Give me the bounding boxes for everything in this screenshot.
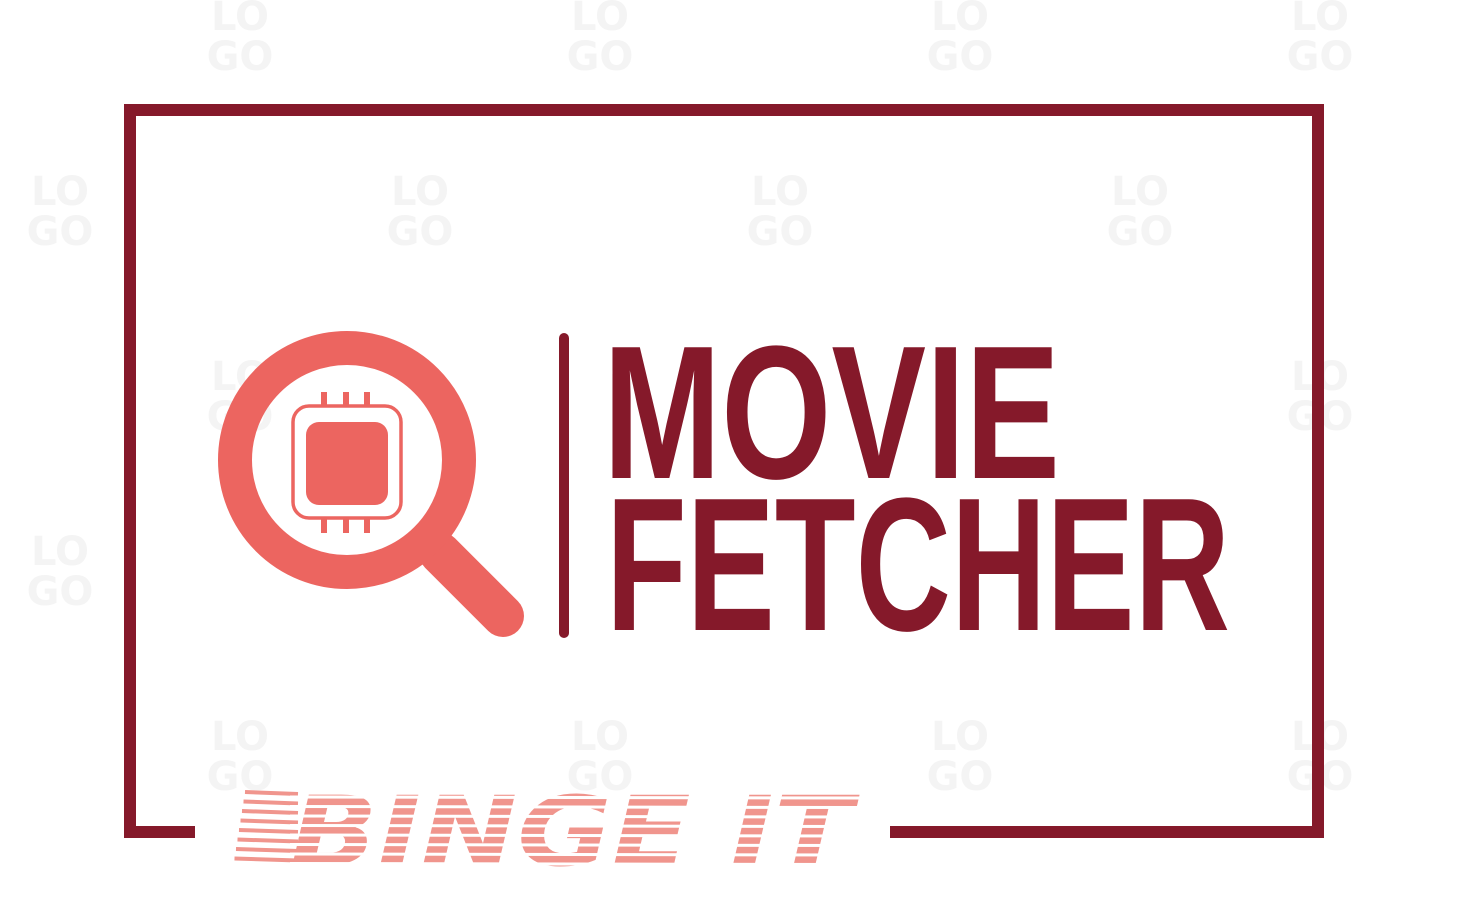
speed-cut xyxy=(289,843,861,847)
magnifier-chip-icon xyxy=(218,331,524,637)
speed-streak xyxy=(237,837,299,844)
watermark-text: GO xyxy=(1287,34,1354,80)
logo-svg: LOGOLOGOLOGOLOGOLOGOLOGOLOGOLOGOLOGOLOGO… xyxy=(27,0,1354,888)
speed-cut xyxy=(289,833,861,838)
speed-cut xyxy=(289,795,861,800)
tagline: BINGE IT xyxy=(234,776,861,888)
watermark-text: GO xyxy=(927,754,994,800)
tagline-text: BINGE IT xyxy=(290,776,860,888)
speed-cut xyxy=(289,862,861,866)
watermark-text: GO xyxy=(387,209,454,255)
watermark-text: GO xyxy=(567,34,634,80)
speed-cut xyxy=(289,814,861,819)
speed-streak xyxy=(235,847,299,853)
chip-icon xyxy=(291,392,403,533)
watermark-text: GO xyxy=(207,34,274,80)
watermark-text: GO xyxy=(27,209,94,255)
watermark-text: GO xyxy=(27,569,94,615)
title-line-2: FETCHER xyxy=(606,459,1230,671)
speed-cut xyxy=(289,852,861,857)
speed-cut xyxy=(289,824,861,828)
logo-canvas: LO GO LO GO LO GO LO GO LO GO LO GO LO GO LO GO LO GO LO GO… xyxy=(0,0,1482,916)
watermark-text: GO xyxy=(1107,209,1174,255)
speed-streak xyxy=(234,856,299,863)
speed-cut xyxy=(289,805,861,809)
watermark-text: GO xyxy=(927,34,994,80)
watermark-text: GO xyxy=(747,209,814,255)
